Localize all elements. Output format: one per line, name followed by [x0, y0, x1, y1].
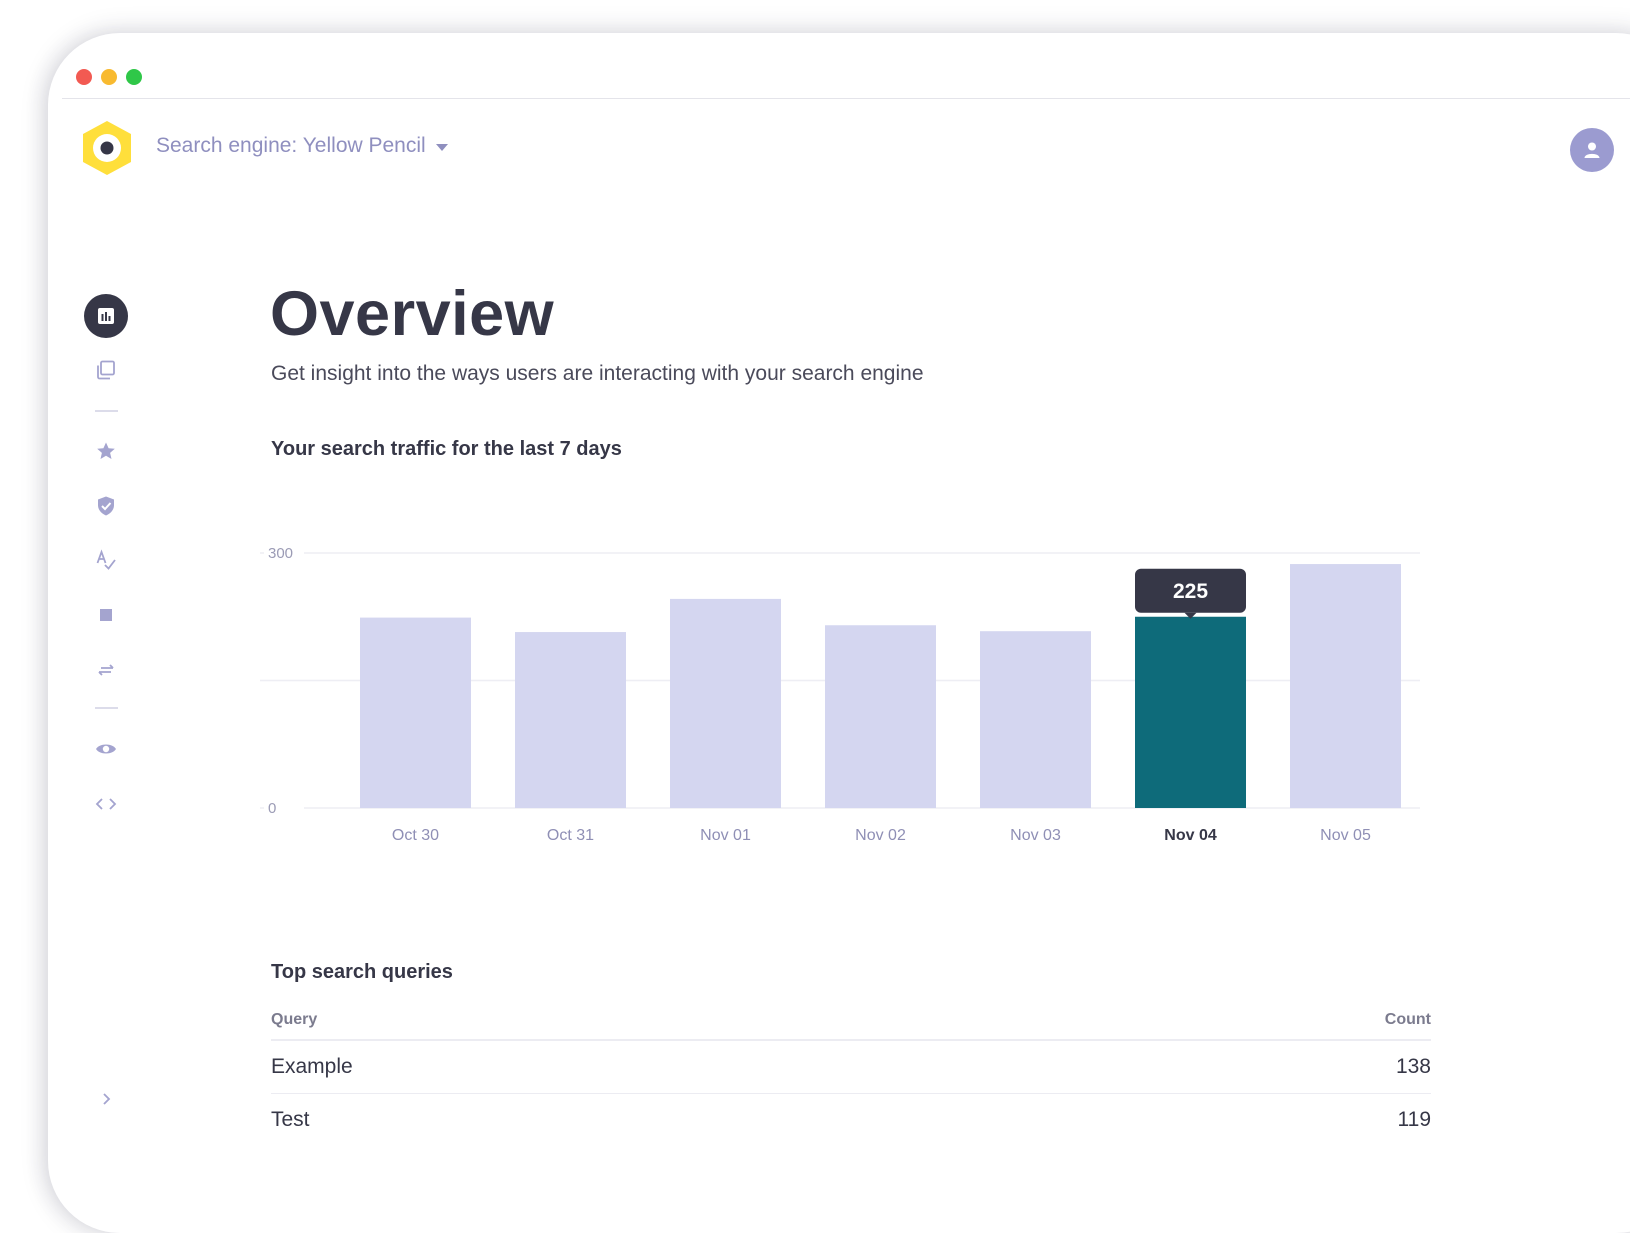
x-tick-label: Nov 01 [700, 827, 751, 844]
count-cell: 119 [1397, 1108, 1431, 1131]
count-cell: 138 [1395, 1055, 1431, 1078]
page-title: Overview [270, 279, 555, 349]
query-cell: Test [271, 1108, 310, 1131]
table-row[interactable]: Test 119 [271, 1094, 1431, 1146]
window-titlebar [62, 33, 1630, 99]
sidebar-item-documents[interactable] [84, 348, 128, 392]
minimize-window-button[interactable] [101, 69, 117, 85]
eye-icon [96, 744, 116, 754]
queries-title: Top search queries [271, 961, 453, 983]
chart-bar[interactable] [980, 631, 1091, 808]
sidebar-item-blocks[interactable] [84, 593, 128, 637]
chart-bar[interactable] [825, 625, 936, 808]
x-tick-label: Nov 04 [1164, 827, 1217, 844]
documents-icon [97, 360, 115, 380]
x-tick-label: Oct 31 [547, 827, 594, 844]
table-header: Query Count [271, 1001, 1431, 1041]
y-tick-label: 300 [268, 545, 293, 562]
x-tick-label: Nov 02 [855, 827, 906, 844]
sidebar-item-preview[interactable] [84, 727, 128, 771]
hexagon-logo-icon[interactable] [80, 119, 134, 177]
x-tick-label: Oct 30 [392, 827, 439, 844]
chart-bar[interactable] [360, 617, 471, 808]
search-engine-selector[interactable]: Search engine: Yellow Pencil [156, 130, 448, 162]
caret-down-icon [435, 143, 448, 151]
y-tick-label: 0 [268, 800, 276, 817]
user-avatar[interactable] [1570, 128, 1614, 172]
chevron-right-icon [103, 1093, 111, 1105]
sidebar-expand-button[interactable] [84, 1077, 128, 1121]
chart-bar[interactable] [515, 632, 626, 808]
page-subtitle: Get insight into the ways users are inte… [271, 362, 924, 385]
user-icon [1584, 142, 1600, 158]
maximize-window-button[interactable] [126, 69, 142, 85]
sidebar-item-spelling[interactable] [84, 538, 128, 582]
chart-bar[interactable] [1135, 616, 1246, 808]
bar-chart-icon [98, 308, 114, 324]
table-row[interactable]: Example 138 [271, 1041, 1431, 1094]
sidebar-divider [95, 410, 118, 412]
sidebar-item-security[interactable] [84, 484, 128, 528]
search-engine-label: Search engine: Yellow Pencil [156, 134, 426, 157]
sidebar-item-favorites[interactable] [84, 429, 128, 473]
sidebar-item-developer[interactable] [84, 782, 128, 826]
shield-check-icon [98, 496, 114, 516]
count-column-header[interactable]: Count [1385, 1011, 1431, 1029]
search-traffic-chart: 300 0 Oct 30 Oct 31 Nov 01 Nov 02 Nov 03 Nov 04… [260, 542, 1420, 844]
chart-bar[interactable] [1290, 564, 1401, 808]
star-icon [97, 442, 115, 459]
swap-arrows-icon [98, 664, 114, 676]
query-column-header[interactable]: Query [271, 1011, 317, 1029]
query-cell: Example [271, 1055, 353, 1078]
spellcheck-icon [96, 549, 116, 570]
tooltip-value: 225 [1173, 580, 1208, 603]
top-queries-table: Query Count Example 138 Test 119 [271, 1001, 1431, 1146]
x-tick-label: Nov 05 [1320, 827, 1371, 844]
close-window-button[interactable] [76, 69, 92, 85]
sidebar-item-redirects[interactable] [84, 648, 128, 692]
sidebar-divider [95, 707, 118, 709]
x-tick-label: Nov 03 [1010, 827, 1061, 844]
chart-bar[interactable] [670, 598, 781, 808]
square-icon [100, 609, 112, 621]
sidebar-item-overview[interactable] [84, 294, 128, 338]
code-icon [95, 798, 117, 810]
traffic-chart-title: Your search traffic for the last 7 days [271, 438, 622, 460]
